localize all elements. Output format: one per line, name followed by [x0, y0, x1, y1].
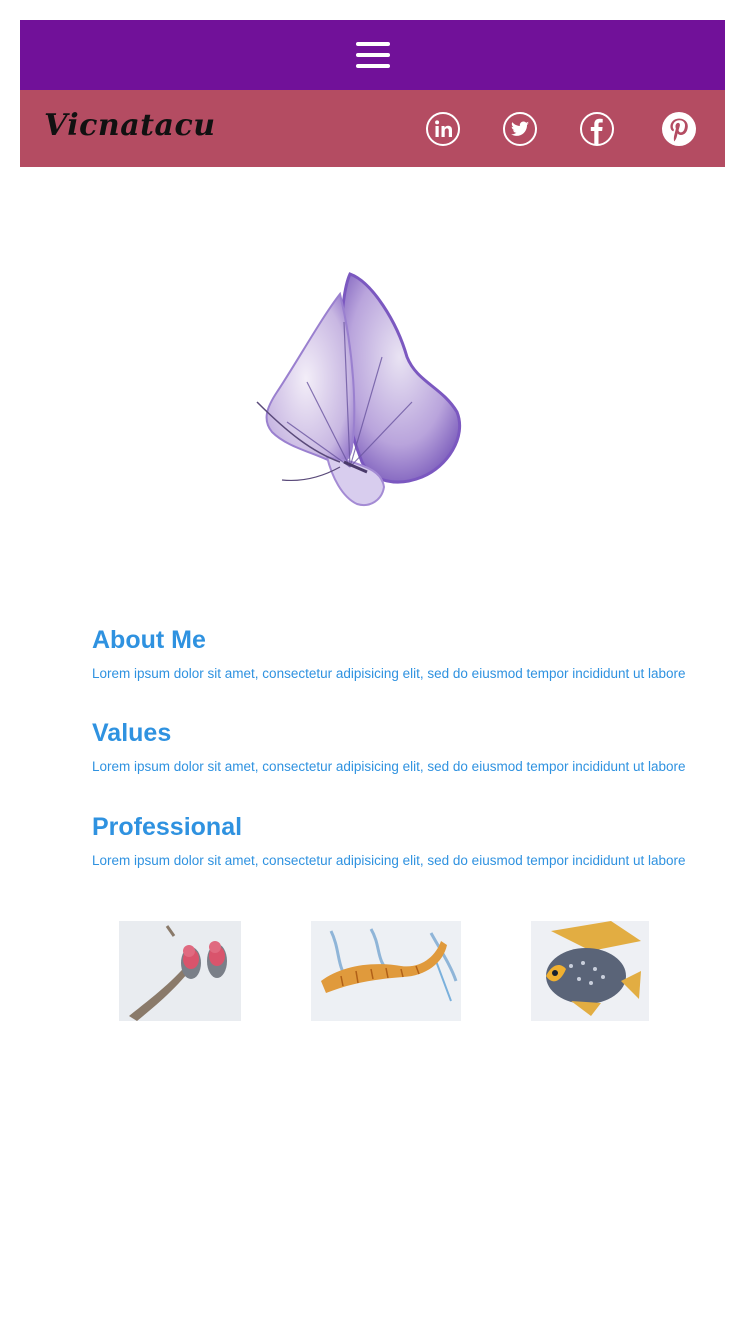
- section-title: Professional: [92, 813, 243, 841]
- section-text: Lorem ipsum dolor sit amet, consectetur …: [92, 666, 686, 681]
- twitter-icon[interactable]: [502, 111, 538, 147]
- seahorse-drawing-thumbnail[interactable]: [311, 921, 461, 1021]
- pinterest-icon[interactable]: [661, 111, 697, 147]
- top-nav-bar: [20, 20, 725, 90]
- values-section: Values Lorem ipsum dolor sit amet, conse…: [92, 718, 732, 776]
- section-title: Values: [92, 719, 172, 747]
- site-logo[interactable]: Vicnatacu: [44, 108, 216, 143]
- about-me-section: About Me Lorem ipsum dolor sit amet, con…: [92, 625, 732, 683]
- section-text: Lorem ipsum dolor sit amet, consectetur …: [92, 853, 686, 868]
- linkedin-icon[interactable]: [425, 111, 461, 147]
- hamburger-menu-icon[interactable]: [355, 42, 390, 68]
- professional-section: Professional Lorem ipsum dolor sit amet,…: [92, 812, 732, 870]
- purple-butterfly-image: [232, 262, 472, 517]
- fish-drawing-thumbnail[interactable]: [531, 921, 649, 1021]
- brand-bar: Vicnatacu: [20, 90, 725, 167]
- section-title: About Me: [92, 626, 206, 654]
- facebook-icon[interactable]: [579, 111, 615, 147]
- parrots-drawing-thumbnail[interactable]: [119, 921, 241, 1021]
- section-text: Lorem ipsum dolor sit amet, consectetur …: [92, 759, 686, 774]
